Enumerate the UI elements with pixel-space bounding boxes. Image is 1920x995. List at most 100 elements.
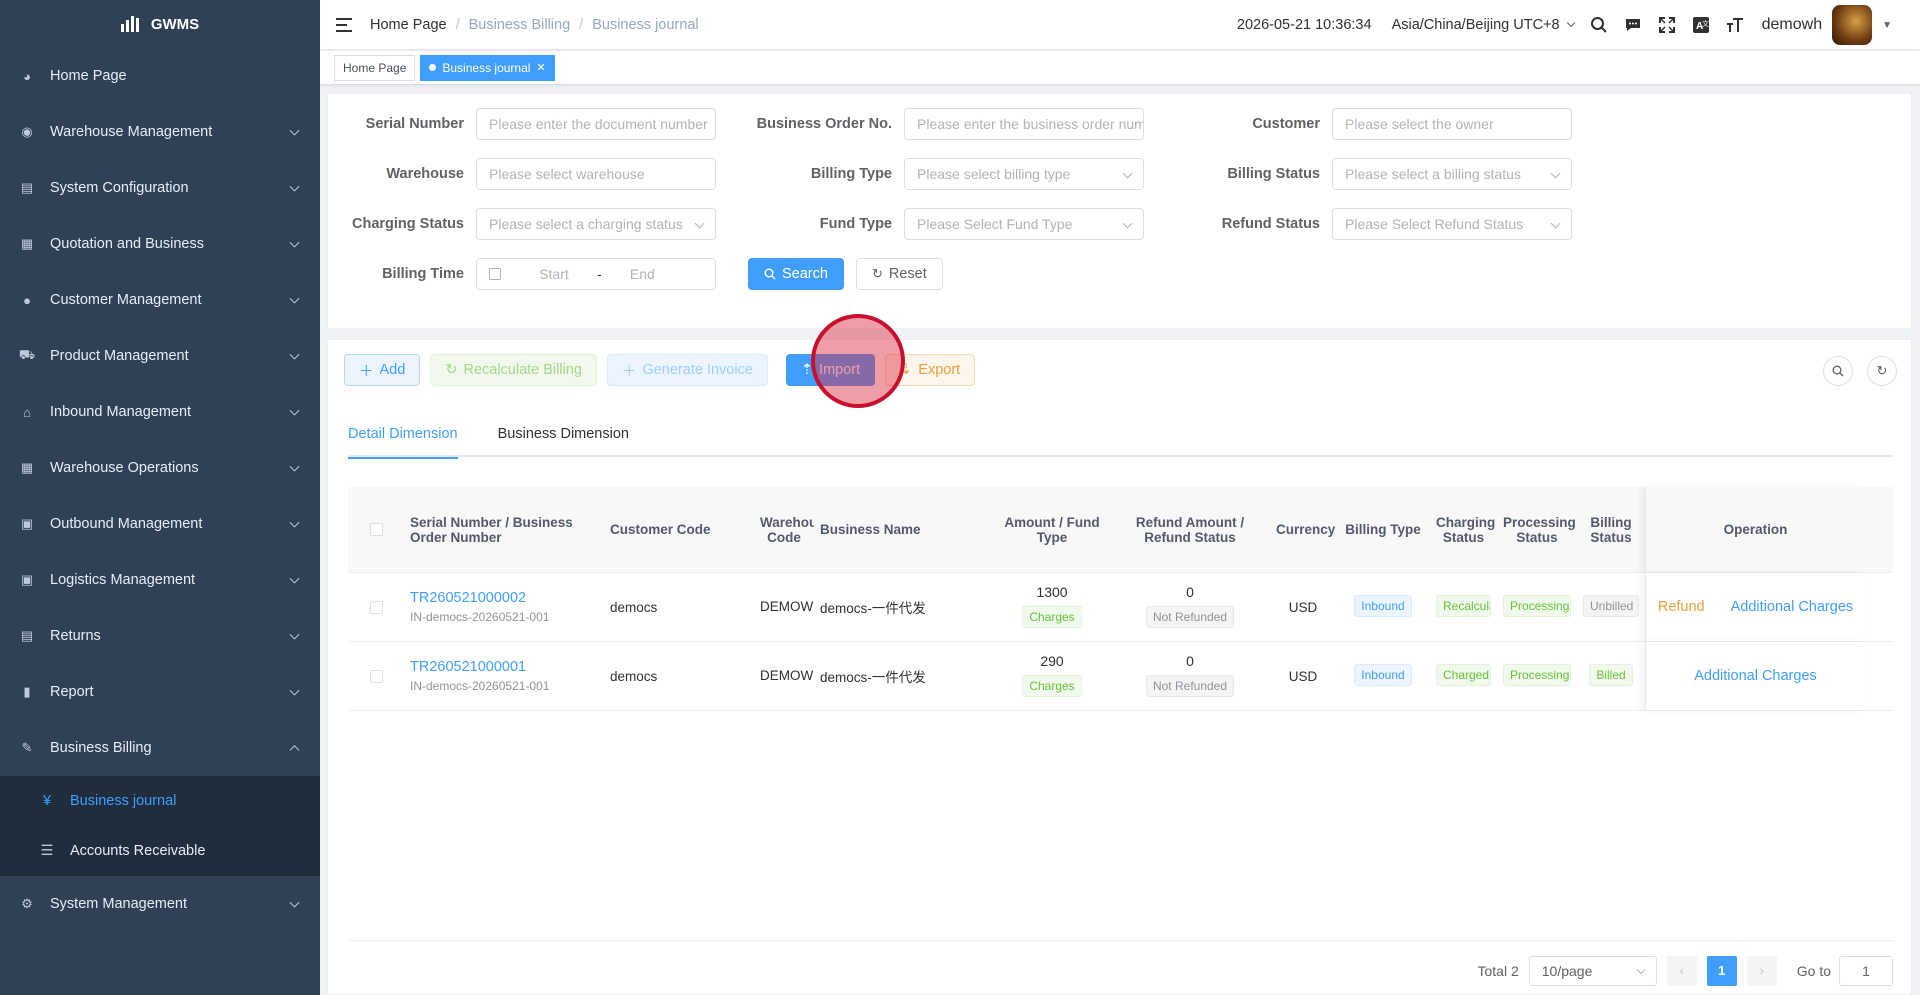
recalculate-billing-button[interactable]: ↻ Recalculate Billing [430, 354, 597, 386]
customer-select[interactable]: Please select the owner [1332, 108, 1572, 140]
yen-icon: ¥ [42, 793, 52, 809]
fund-type-select[interactable]: Please Select Fund Type [904, 208, 1144, 240]
generate-invoice-button[interactable]: ＋ Generate Invoice [606, 354, 768, 386]
sidebar-item-report[interactable]: ▮ Report [0, 664, 320, 720]
sidebar-item-label: System Management [50, 896, 188, 912]
translate-icon[interactable]: A文 [1691, 15, 1711, 35]
close-icon[interactable]: ✕ [536, 61, 545, 74]
refund-link[interactable]: Refund [1658, 599, 1705, 615]
sidebar-item-warehouse-management[interactable]: ◉ Warehouse Management [0, 104, 320, 160]
sidebar-item-inbound-management[interactable]: ⌂ Inbound Management [0, 384, 320, 440]
row-select-cell [348, 600, 404, 614]
sidebar-item-label: Warehouse Operations [50, 460, 199, 476]
goto-input[interactable]: 1 [1839, 955, 1893, 986]
tab-detail-dimension[interactable]: Detail Dimension [348, 426, 458, 459]
fund-type-placeholder: Please Select Fund Type [917, 216, 1073, 232]
sidebar-subitem-label: Business journal [70, 793, 177, 809]
row-checkbox[interactable] [369, 669, 383, 683]
sidebar-subitem-accounts-receivable[interactable]: ☰ Accounts Receivable [0, 826, 320, 876]
sidebar-item-system-management[interactable]: ⚙ System Management [0, 876, 320, 932]
message-icon[interactable] [1623, 15, 1643, 35]
breadcrumb-separator: / [455, 16, 460, 33]
sidebar-subitem-business-journal[interactable]: ¥ Business journal [0, 776, 320, 826]
header-warehouse-code: Warehouse Code [760, 514, 814, 545]
sidebar-item-returns[interactable]: ▤ Returns [0, 608, 320, 664]
chevron-down-icon [289, 237, 300, 248]
sidebar-item-outbound-management[interactable]: ▣ Outbound Management [0, 496, 320, 552]
charging-status-field: Charging Status Please select a charging… [328, 208, 716, 240]
business-order-number: IN-democs-20260521-001 [410, 679, 550, 693]
sidebar-item-product-management[interactable]: ⛟ Product Management [0, 328, 320, 384]
search-button[interactable]: Search [748, 258, 844, 290]
customer-field: Customer Please select the owner [1177, 108, 1572, 140]
document-icon: ▦ [20, 236, 34, 251]
page-size-select[interactable]: 10/page [1528, 955, 1657, 986]
chevron-down-icon [289, 293, 300, 304]
processing-status-badge: Processing [1503, 594, 1571, 617]
cart-icon: ⛟ [18, 347, 36, 362]
sidebar-item-quotation[interactable]: ▦ Quotation and Business [0, 216, 320, 272]
row-checkbox[interactable] [369, 600, 383, 614]
sidebar-item-customer-management[interactable]: ● Customer Management [0, 272, 320, 328]
tag-home-page[interactable]: Home Page [334, 54, 416, 81]
generate-invoice-label: Generate Invoice [642, 362, 753, 378]
fund-type-field: Fund Type Please Select Fund Type [749, 208, 1144, 240]
select-all-cell [348, 523, 404, 536]
export-button[interactable]: ⇣ Export [885, 354, 976, 386]
sidebar-item-logistics-management[interactable]: ▣ Logistics Management [0, 552, 320, 608]
reset-button[interactable]: ↻ Reset [855, 258, 943, 290]
billing-type-label: Billing Type [810, 166, 892, 182]
sidebar-item-home[interactable]: ◕ Home Page [0, 48, 320, 104]
sidebar-item-business-billing[interactable]: ✎ Business Billing [0, 720, 320, 776]
next-page-button[interactable]: › [1746, 955, 1777, 986]
toggle-search-icon[interactable] [1823, 356, 1853, 386]
processing-status-cell: Processing [1497, 663, 1577, 689]
edit-icon: ✎ [21, 740, 33, 755]
plus-icon: ＋ [621, 363, 637, 380]
add-button[interactable]: ＋ Add [344, 354, 421, 386]
avatar[interactable] [1832, 5, 1873, 45]
page-number[interactable]: 1 [1706, 955, 1737, 986]
billing-type-select[interactable]: Please select billing type [904, 158, 1144, 190]
serial-number-link[interactable]: TR260521000002 [410, 590, 598, 606]
select-all-checkbox[interactable] [369, 523, 383, 536]
reset-button-label: Reset [888, 266, 927, 282]
breadcrumb-home[interactable]: Home Page [370, 17, 447, 33]
caret-down-icon[interactable]: ▼ [1882, 20, 1892, 31]
refund-status-select[interactable]: Please Select Refund Status [1332, 208, 1572, 240]
fullscreen-icon[interactable] [1657, 15, 1677, 35]
timezone-select[interactable]: Asia/China/Beijing UTC+8 [1391, 17, 1575, 33]
refund-amount: 0 [1186, 583, 1194, 600]
tags-view: Home Page Business journal ✕ [320, 51, 1920, 85]
tab-business-dimension[interactable]: Business Dimension [498, 426, 629, 457]
billing-time-label: Billing Time [382, 266, 464, 282]
serial-number-link[interactable]: TR260521000001 [410, 659, 598, 675]
sidebar-item-warehouse-operations[interactable]: ▦ Warehouse Operations [0, 440, 320, 496]
serial-number-input[interactable]: Please enter the document number [476, 108, 716, 140]
billing-time-range[interactable]: Start - End [476, 258, 716, 290]
tag-business-journal[interactable]: Business journal ✕ [420, 54, 555, 81]
timezone-label: Asia/China/Beijing UTC+8 [1391, 17, 1560, 33]
app-logo[interactable]: GWMS [0, 0, 320, 48]
sidebar-item-system-configuration[interactable]: ▤ System Configuration [0, 160, 320, 216]
billing-table: Serial Number / Business Order Number Cu… [348, 487, 1893, 711]
import-button[interactable]: ⇡ Import [785, 354, 876, 386]
additional-charges-link[interactable]: Additional Charges [1694, 668, 1817, 684]
svg-text:文: 文 [1702, 19, 1709, 28]
business-order-input[interactable]: Please enter the business order number [904, 108, 1144, 140]
username[interactable]: demowh [1762, 16, 1822, 34]
table-row: TR260521000001 IN-democs-20260521-001 de… [348, 642, 1893, 711]
sidebar-item-label: Home Page [50, 68, 127, 84]
user-icon: ● [23, 292, 31, 308]
refresh-icon[interactable]: ↻ [1867, 356, 1897, 386]
additional-charges-link[interactable]: Additional Charges [1731, 599, 1854, 615]
prev-page-button[interactable]: ‹ [1666, 955, 1697, 986]
font-size-icon[interactable] [1725, 15, 1745, 35]
warehouse-select[interactable]: Please select warehouse [476, 158, 716, 190]
search-icon[interactable] [1589, 15, 1609, 35]
billing-status-select[interactable]: Please select a billing status [1332, 158, 1572, 190]
chevron-down-icon [1550, 218, 1561, 229]
hamburger-icon[interactable] [336, 17, 352, 32]
goto-label: Go to [1796, 962, 1831, 979]
charging-status-select[interactable]: Please select a charging status [476, 208, 716, 240]
